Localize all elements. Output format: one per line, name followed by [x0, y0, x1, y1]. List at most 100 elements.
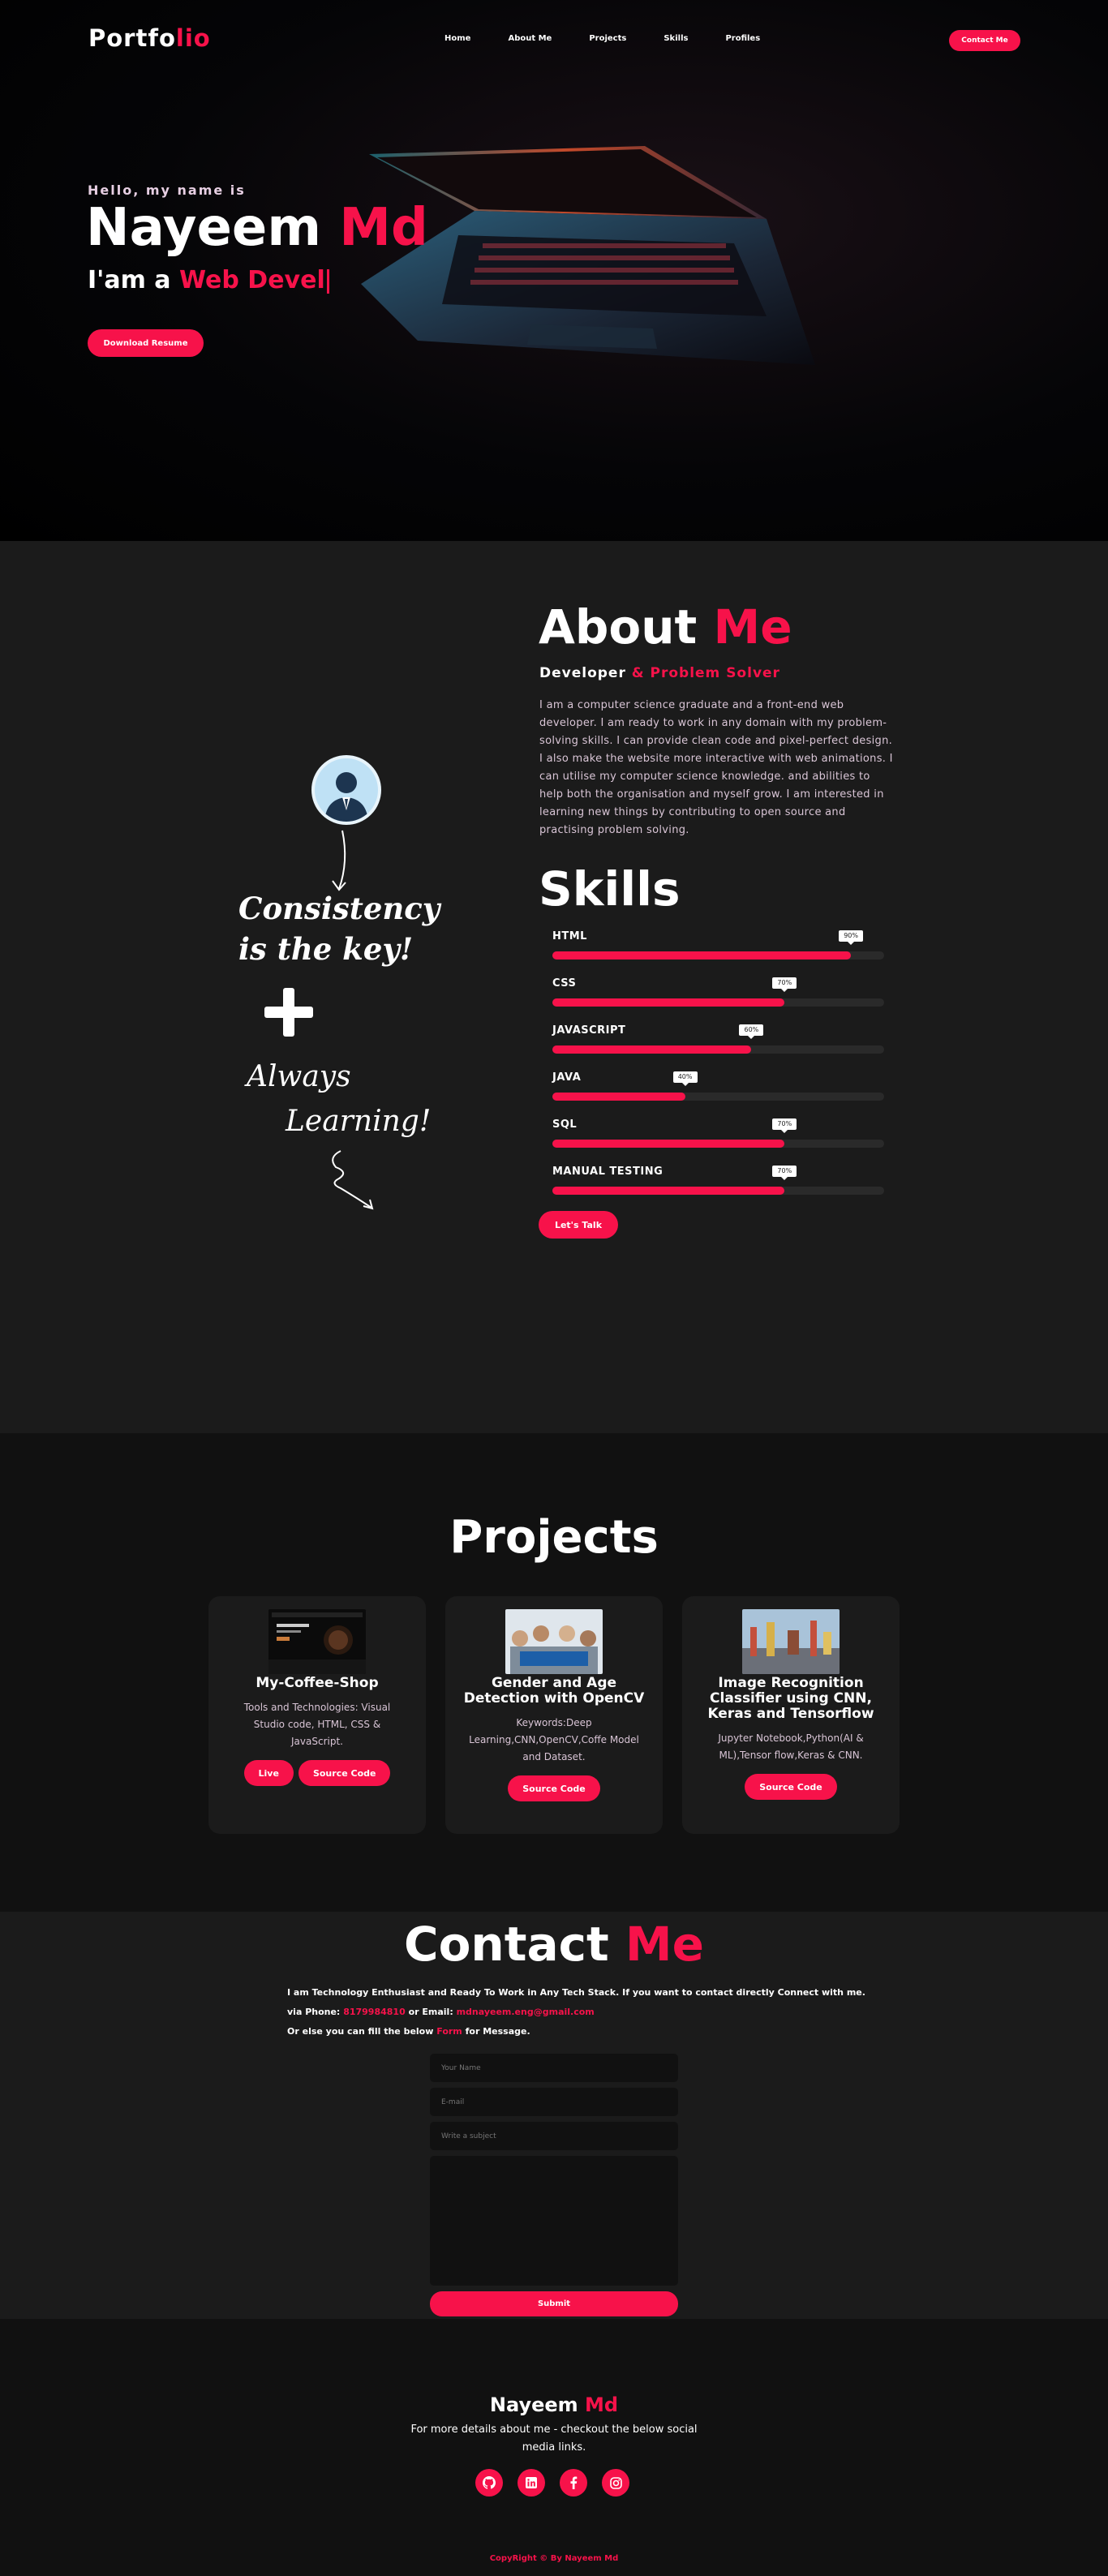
avatar — [311, 755, 381, 825]
laptop-image — [361, 146, 815, 365]
email-label: or Email: — [408, 2007, 453, 2017]
project-description: Tools and Technologies: Visual Studio co… — [243, 1702, 391, 1747]
about-subtitle: Developer & Problem Solver — [539, 665, 780, 681]
project-name: My-Coffee-Shop — [256, 1675, 379, 1691]
lets-talk-button[interactable]: Let's Talk — [539, 1211, 618, 1239]
nav-link-skills[interactable]: Skills — [664, 34, 688, 43]
skill-row: JAVASCRIPT 60% — [552, 1024, 884, 1071]
hero-role-prefix: I'am a — [88, 266, 171, 294]
hero-last-name: Md — [339, 198, 428, 258]
project-name: Image Recognition Classifier using CNN, … — [707, 1675, 874, 1722]
logo-text: Portfo — [88, 24, 176, 52]
copyright-text: CopyRight © By Nayeem Md — [489, 2554, 619, 2563]
skill-progress-fill — [552, 951, 852, 960]
skill-progress-track — [552, 1140, 884, 1148]
nav-link-home[interactable]: Home — [444, 34, 470, 43]
logo[interactable]: Portfolio — [88, 24, 211, 52]
email-input[interactable] — [430, 2088, 678, 2116]
curly-arrow-icon — [332, 1150, 374, 1210]
plus-icon — [264, 988, 313, 1037]
skill-name: JAVA — [552, 1071, 582, 1084]
form-link[interactable]: Form — [436, 2026, 462, 2037]
skill-row: HTML 90% — [552, 930, 884, 977]
skill-percent-tooltip: 40% — [672, 1071, 698, 1086]
source-code-button[interactable]: Source Code — [508, 1775, 600, 1801]
source-code-button[interactable]: Source Code — [745, 1774, 837, 1800]
contact-line1: I am Technology Enthusiast and Ready To … — [287, 1987, 865, 1998]
contact-section: Contact Me I am Technology Enthusiast an… — [0, 1912, 1108, 2319]
source-code-button[interactable]: Source Code — [298, 1760, 391, 1786]
skill-row: SQL 70% — [552, 1118, 884, 1166]
skill-progress-track — [552, 1093, 884, 1101]
social-links — [475, 2469, 629, 2497]
nav-link-about[interactable]: About Me — [508, 34, 552, 43]
always-text: Always — [247, 1060, 351, 1093]
project-description: Keywords:Deep Learning,CNN,OpenCV,Coffe … — [469, 1717, 639, 1762]
nav-link-projects[interactable]: Projects — [589, 34, 626, 43]
skill-progress-track — [552, 951, 884, 960]
footer: Nayeem Md For more details about me - ch… — [0, 2319, 1108, 2576]
message-textarea[interactable] — [430, 2156, 678, 2286]
quote-line1: Consistency — [238, 891, 440, 926]
coffee-shop-screenshot — [268, 1609, 366, 1674]
nav-menu: Home About Me Projects Skills Profiles — [444, 34, 797, 43]
image-recognition-screenshot — [742, 1609, 840, 1674]
skill-name: JAVASCRIPT — [552, 1024, 626, 1037]
hero-name: Nayeem Md — [86, 198, 428, 258]
project-thumbnail — [268, 1609, 366, 1674]
email-link[interactable]: mdnayeem.eng@gmail.com — [457, 2007, 595, 2017]
gender-age-screenshot — [505, 1609, 603, 1674]
skill-name: HTML — [552, 930, 587, 942]
project-buttons: Live Source Code — [208, 1760, 426, 1786]
hero-first-name: Nayeem — [86, 198, 321, 258]
skills-title: Skills — [539, 861, 681, 917]
instagram-icon[interactable] — [602, 2469, 629, 2497]
project-card-gender-age: Gender and Age Detection with OpenCV Key… — [445, 1596, 663, 1834]
project-buttons: Source Code — [445, 1775, 663, 1801]
linkedin-icon[interactable] — [517, 2469, 545, 2497]
about-title-main: About — [539, 599, 698, 655]
skill-row: JAVA 40% — [552, 1071, 884, 1118]
skill-name: MANUAL TESTING — [552, 1166, 664, 1178]
contact-title-main: Contact — [404, 1917, 609, 1972]
submit-button[interactable]: Submit — [430, 2291, 678, 2316]
github-icon[interactable] — [475, 2469, 503, 2497]
contact-line2: via Phone: 8179984810 or Email: mdnayeem… — [287, 2003, 865, 2022]
contact-title-accent: Me — [625, 1917, 704, 1972]
phone-link[interactable]: 8179984810 — [343, 2007, 406, 2017]
skill-progress-fill — [552, 1187, 785, 1195]
footer-name-accent: Md — [585, 2394, 619, 2416]
download-resume-button[interactable]: Download Resume — [88, 329, 204, 357]
skill-percent-tooltip: 70% — [772, 1118, 797, 1133]
quote-line2: is the key! — [238, 931, 414, 967]
about-subtitle-accent: & Problem Solver — [631, 665, 780, 681]
project-buttons: Source Code — [682, 1774, 900, 1800]
nav-link-profiles[interactable]: Profiles — [725, 34, 760, 43]
person-icon — [324, 772, 368, 822]
projects-section: Projects My-Coffee-Shop Tools and Techno… — [0, 1433, 1108, 1912]
footer-name-main: Nayeem — [489, 2394, 578, 2416]
nav-contact-button[interactable]: Contact Me — [949, 30, 1020, 51]
skill-progress-track — [552, 1187, 884, 1195]
live-button[interactable]: Live — [243, 1760, 294, 1786]
about-section: Consistency is the key! Always Learning! … — [0, 541, 1108, 1433]
quote-text: Consistency is the key! — [238, 888, 440, 969]
project-thumbnail — [505, 1609, 603, 1674]
skill-progress-fill — [552, 1045, 752, 1054]
name-input[interactable] — [430, 2054, 678, 2082]
subject-input[interactable] — [430, 2122, 678, 2150]
arrow-down-icon — [332, 830, 346, 891]
hero-role: I'am a Web Devel — [88, 266, 329, 294]
skill-progress-fill — [552, 998, 785, 1007]
form-prefix: Or else you can fill the below — [287, 2026, 434, 2037]
project-card-coffee-shop: My-Coffee-Shop Tools and Technologies: V… — [208, 1596, 426, 1834]
facebook-icon[interactable] — [560, 2469, 587, 2497]
project-name: Gender and Age Detection with OpenCV — [463, 1675, 645, 1707]
skill-progress-fill — [552, 1093, 685, 1101]
hero-greeting: Hello, my name is — [88, 182, 246, 198]
about-illustration: Consistency is the key! Always Learning! — [0, 541, 495, 1433]
typing-cursor — [326, 268, 329, 294]
contact-line3: Or else you can fill the below Form for … — [287, 2022, 865, 2041]
contact-title: Contact Me — [0, 1917, 1108, 1972]
skill-name: CSS — [552, 977, 577, 990]
